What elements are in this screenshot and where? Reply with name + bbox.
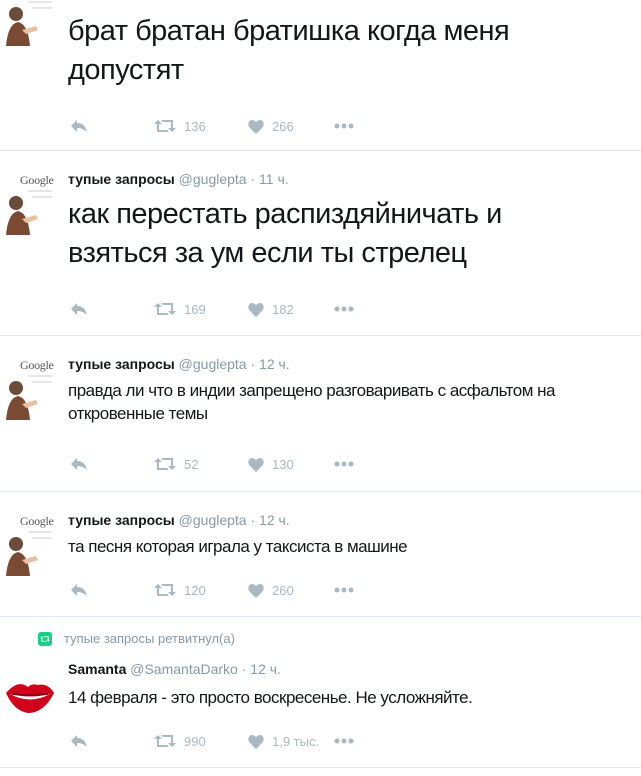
reply-button[interactable] (70, 299, 88, 319)
reply-button[interactable] (70, 454, 88, 474)
like-count: 1,9 тыс. (272, 733, 320, 749)
reply-icon (71, 735, 87, 747)
retweet-context[interactable]: тупые запросы ретвитнул(а) (38, 631, 235, 646)
author-handle[interactable]: @SamantaDarko (130, 661, 238, 677)
retweet-icon (154, 120, 176, 132)
more-icon (334, 587, 354, 593)
tweet-actions: 990 1,9 тыс. (68, 731, 388, 751)
like-button[interactable]: 260 (248, 580, 294, 600)
retweet-count: 169 (184, 301, 206, 317)
more-icon (334, 461, 354, 467)
tweet-actions: 169 182 (68, 299, 388, 319)
author-name[interactable]: тупые запросы (68, 356, 175, 372)
like-count: 182 (272, 301, 294, 317)
retweet-button[interactable]: 990 (154, 731, 206, 751)
avatar[interactable] (2, 370, 54, 422)
retweet-count: 990 (184, 733, 206, 749)
retweet-button[interactable]: 120 (154, 580, 206, 600)
tweet-actions: 120 260 (68, 580, 388, 600)
tweet-actions: 52 130 (68, 454, 388, 474)
tweet-actions: 136 266 (68, 116, 388, 136)
author-handle[interactable]: @guglepta (179, 356, 247, 372)
author-handle[interactable]: @guglepta (179, 171, 247, 187)
retweet-button[interactable]: 136 (154, 116, 206, 136)
tweet-3: Google тупые запросы @guglepta · 12 ч. п… (0, 336, 641, 492)
tweet-4: Google тупые запросы @guglepta · 12 ч. т… (0, 492, 641, 617)
more-button[interactable] (334, 731, 354, 751)
retweeted-by-label: тупые запросы ретвитнул(а) (64, 631, 235, 646)
like-button[interactable]: 182 (248, 299, 294, 319)
retweet-button[interactable]: 52 (154, 454, 198, 474)
author-name[interactable]: Samanta (68, 661, 126, 677)
like-button[interactable]: 266 (248, 116, 294, 136)
tweet-header: тупые запросы @guglepta · 11 ч. (68, 171, 289, 187)
reply-icon (71, 120, 87, 132)
tweet-text: 14 февраля - это просто воскресенье. Не … (68, 688, 473, 707)
tweet-header: тупые запросы @guglepta · 12 ч. (68, 512, 290, 528)
tweet-5: тупые запросы ретвитнул(а) Samanta @Sama… (0, 617, 641, 768)
tweet-text: та песня которая играла у таксиста в маш… (68, 537, 408, 556)
author-handle[interactable]: @guglepta (179, 512, 247, 528)
retweet-badge-icon (38, 631, 52, 646)
retweet-icon (154, 735, 176, 747)
tweet-time[interactable]: · 11 ч. (250, 171, 288, 187)
author-name[interactable]: тупые запросы (68, 512, 175, 528)
avatar[interactable] (2, 526, 54, 578)
tweet-text: как перестать распиздяйничать и взяться … (68, 198, 502, 269)
tweet-header: тупые запросы @guglepta · 12 ч. (68, 356, 290, 372)
avatar[interactable] (2, 185, 54, 237)
more-button[interactable] (334, 580, 354, 600)
reply-icon (71, 303, 87, 315)
heart-icon (248, 734, 264, 749)
retweet-icon (154, 584, 176, 596)
more-button[interactable] (334, 116, 354, 136)
reply-button[interactable] (70, 731, 88, 751)
heart-icon (248, 583, 264, 598)
tweet-time[interactable]: · 12 ч. (250, 356, 289, 372)
tweet-text: правда ли что в индии запрещено разговар… (68, 381, 555, 423)
heart-icon (248, 457, 264, 472)
tweet-header: Samanta @SamantaDarko · 12 ч. (68, 661, 281, 677)
lips-avatar[interactable] (4, 669, 56, 721)
retweet-button[interactable]: 169 (154, 299, 206, 319)
reply-icon (71, 458, 87, 470)
retweet-icon (154, 458, 176, 470)
reply-button[interactable] (70, 580, 88, 600)
retweet-count: 136 (184, 118, 206, 134)
like-button[interactable]: 1,9 тыс. (248, 731, 319, 751)
tweet-1: брат братан братишка когда меня допустят… (0, 0, 641, 151)
retweet-count: 52 (184, 456, 199, 472)
like-count: 266 (272, 118, 294, 134)
reply-icon (71, 584, 87, 596)
more-icon (334, 123, 354, 129)
like-count: 130 (272, 456, 294, 472)
tweet-text: брат братан братишка когда меня допустят (68, 15, 510, 86)
reply-button[interactable] (70, 116, 88, 136)
heart-icon (248, 302, 264, 317)
more-button[interactable] (334, 454, 354, 474)
like-button[interactable]: 130 (248, 454, 294, 474)
retweet-icon (154, 303, 176, 315)
tweet-2: Google тупые запросы @guglepta · 11 ч. к… (0, 151, 641, 336)
more-icon (334, 738, 354, 744)
more-button[interactable] (334, 299, 354, 319)
tweet-time[interactable]: · 12 ч. (242, 661, 281, 677)
avatar[interactable] (2, 0, 54, 48)
like-count: 260 (272, 582, 294, 598)
retweet-count: 120 (184, 582, 206, 598)
tweet-time[interactable]: · 12 ч. (250, 512, 289, 528)
author-name[interactable]: тупые запросы (68, 171, 175, 187)
more-icon (334, 306, 354, 312)
heart-icon (248, 119, 264, 134)
